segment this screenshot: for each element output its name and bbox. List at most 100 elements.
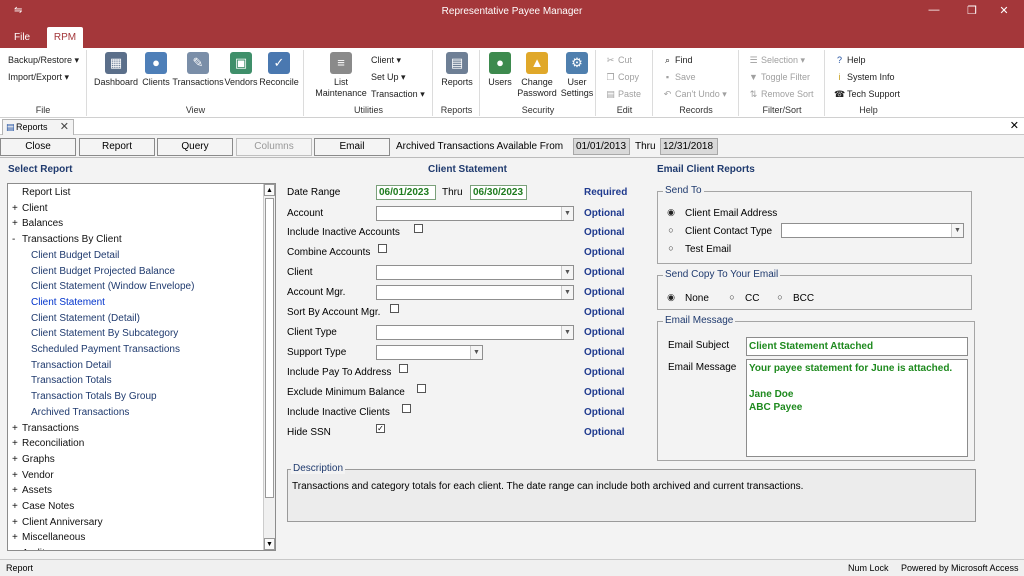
help-button[interactable]: ? Help [834, 55, 866, 65]
report-button[interactable]: Report [79, 138, 155, 156]
reconcile-button[interactable]: ✓ Reconcile [258, 52, 300, 88]
close-button[interactable]: Close [0, 138, 76, 156]
email-message-input[interactable]: Your payee statement for June is attache… [746, 359, 968, 457]
report-list-item[interactable]: Scheduled Payment Transactions [21, 342, 180, 357]
user-settings-button[interactable]: ⚙ User Settings [559, 52, 595, 99]
sort-by-account-mgr-checkbox[interactable] [390, 304, 399, 313]
expand-icon[interactable]: + [12, 216, 22, 231]
report-list-item[interactable]: Client Statement [21, 295, 105, 310]
report-list-item[interactable]: Client Statement By Subcategory [21, 326, 178, 341]
list-maintenance-button[interactable]: ≡ List Maintenance [311, 52, 371, 99]
close-tab-icon[interactable]: ✕ [60, 120, 69, 134]
chevron-down-icon[interactable]: ▼ [561, 286, 573, 299]
selection-button[interactable]: ☰ Selection ▾ [748, 55, 805, 66]
copy-button[interactable]: ❐ Copy [605, 72, 639, 83]
client-type-combo[interactable]: ▼ [376, 325, 574, 340]
report-list-item[interactable]: Client Budget Projected Balance [21, 264, 175, 279]
dashboard-button[interactable]: ▦ Dashboard [94, 52, 138, 88]
scroll-down-icon[interactable]: ▼ [264, 538, 275, 550]
report-list-scrollbar[interactable]: ▲ ▼ [263, 184, 275, 550]
report-list-item[interactable]: Report List [8, 185, 70, 200]
minimize-icon[interactable]: — [924, 4, 944, 16]
client-email-radio[interactable]: ◉ [667, 208, 675, 217]
tab-rpm[interactable]: RPM [47, 27, 83, 48]
report-list-item[interactable]: + Vendor [8, 468, 54, 483]
collapse-icon[interactable]: - [12, 232, 22, 247]
scroll-up-icon[interactable]: ▲ [264, 184, 275, 196]
include-pay-to-address-checkbox[interactable] [399, 364, 408, 373]
backup-restore-menu[interactable]: Backup/Restore ▾ [8, 55, 79, 66]
report-list-item[interactable]: + Balances [8, 216, 63, 231]
include-inactive-accounts-checkbox[interactable] [414, 224, 423, 233]
vendors-button[interactable]: ▣ Vendors [224, 52, 258, 88]
chevron-down-icon[interactable]: ▼ [561, 326, 573, 339]
report-list-item[interactable]: + Reconciliation [8, 436, 84, 451]
import-export-menu[interactable]: Import/Export ▾ [8, 72, 69, 83]
report-list-item[interactable]: Transaction Totals [21, 373, 112, 388]
report-list-item[interactable]: - Transactions By Client [8, 232, 122, 247]
expand-icon[interactable]: + [12, 515, 22, 530]
close-document-icon[interactable]: ✕ [1010, 119, 1019, 132]
expand-icon[interactable]: + [12, 546, 22, 550]
reports-button[interactable]: ▤ Reports [438, 52, 476, 88]
report-list-item[interactable]: Transaction Detail [21, 358, 111, 373]
end-date-input[interactable]: 06/30/2023 [470, 185, 527, 200]
save-button[interactable]: ▪ Save [662, 72, 696, 82]
copy-none-radio[interactable]: ◉ [667, 293, 675, 302]
copy-bcc-radio[interactable]: ○ [776, 293, 784, 302]
client-menu[interactable]: Client ▾ [371, 55, 401, 66]
account-combo[interactable]: ▼ [376, 206, 574, 221]
transactions-button[interactable]: ✎ Transactions [172, 52, 224, 88]
tech-support-button[interactable]: ☎ Tech Support [834, 89, 900, 100]
find-button[interactable]: ⌕ Find [662, 55, 693, 66]
expand-icon[interactable]: + [12, 452, 22, 467]
columns-button[interactable]: Columns [236, 138, 312, 156]
expand-icon[interactable]: + [12, 436, 22, 451]
restore-icon[interactable]: ❐ [962, 4, 982, 17]
expand-icon[interactable]: + [12, 201, 22, 216]
report-list-item[interactable]: + Transactions [8, 421, 79, 436]
tab-file[interactable]: File [8, 27, 36, 48]
include-inactive-clients-checkbox[interactable] [402, 404, 411, 413]
expand-icon[interactable]: + [12, 530, 22, 545]
account-mgr-combo[interactable]: ▼ [376, 285, 574, 300]
email-button[interactable]: Email [314, 138, 390, 156]
email-subject-input[interactable]: Client Statement Attached [746, 337, 968, 356]
change-password-button[interactable]: ▲ Change Password [515, 52, 559, 99]
client-contact-type-radio[interactable]: ○ [667, 226, 675, 235]
toggle-filter-button[interactable]: ▼ Toggle Filter [748, 72, 810, 82]
start-date-input[interactable]: 06/01/2023 [376, 185, 436, 200]
report-list-item[interactable]: Client Statement (Detail) [21, 311, 140, 326]
report-list-item[interactable]: + Miscellaneous [8, 530, 85, 545]
report-list-item[interactable]: Client Budget Detail [21, 248, 119, 263]
expand-icon[interactable]: + [12, 468, 22, 483]
report-list-item[interactable]: + Client Anniversary [8, 515, 103, 530]
reports-document-tab[interactable]: ▤Reports ✕ [2, 119, 74, 135]
exclude-minimum-balance-checkbox[interactable] [417, 384, 426, 393]
client-contact-type-combo[interactable]: ▼ [781, 223, 964, 238]
chevron-down-icon[interactable]: ▼ [951, 224, 963, 237]
clients-button[interactable]: ● Clients [140, 52, 172, 88]
expand-icon[interactable]: + [12, 421, 22, 436]
report-list-item[interactable]: Archived Transactions [21, 405, 129, 420]
cut-button[interactable]: ✂ Cut [605, 55, 632, 66]
remove-sort-button[interactable]: ⇅ Remove Sort [748, 89, 814, 100]
expand-icon[interactable]: + [12, 483, 22, 498]
system-info-button[interactable]: i System Info [834, 72, 895, 82]
query-button[interactable]: Query [157, 138, 233, 156]
report-list-item[interactable]: +Audit [8, 546, 45, 550]
set-up-menu[interactable]: Set Up ▾ [371, 72, 406, 83]
undo-button[interactable]: ↶ Can't Undo ▾ [662, 89, 727, 100]
expand-icon[interactable]: + [12, 499, 22, 514]
chevron-down-icon[interactable]: ▼ [561, 207, 573, 220]
hide-ssn-checkbox[interactable]: ✓ [376, 424, 385, 433]
users-button[interactable]: ● Users [485, 52, 515, 88]
report-list-item[interactable]: Client Statement (Window Envelope) [21, 279, 194, 294]
combine-accounts-checkbox[interactable] [378, 244, 387, 253]
chevron-down-icon[interactable]: ▼ [470, 346, 482, 359]
paste-button[interactable]: ▤ Paste [605, 89, 641, 100]
report-list-item[interactable]: + Graphs [8, 452, 55, 467]
report-list-item[interactable]: + Case Notes [8, 499, 74, 514]
chevron-down-icon[interactable]: ▼ [561, 266, 573, 279]
close-window-icon[interactable]: ✕ [994, 4, 1014, 17]
